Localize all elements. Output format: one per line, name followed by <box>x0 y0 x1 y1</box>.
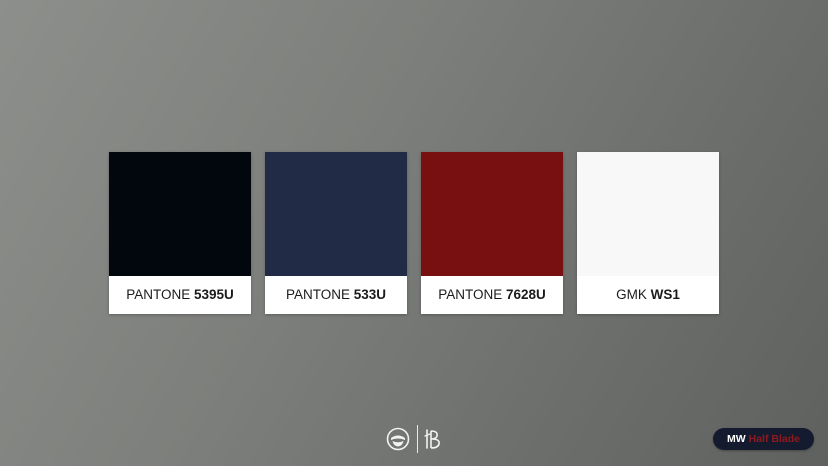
swatch-label: PANTONE 533U <box>265 276 407 314</box>
swatch-prefix: PANTONE <box>438 287 503 302</box>
swatch-pantone-7628u: PANTONE 7628U <box>421 152 563 314</box>
brand-logos <box>386 425 442 453</box>
swatch-label: GMK WS1 <box>577 276 719 314</box>
swatch-prefix: PANTONE <box>285 287 350 302</box>
color-swatch-row: PANTONE 5395U PANTONE 533U PANTONE 7628U… <box>109 152 719 314</box>
swatch-code: WS1 <box>650 287 680 302</box>
swatch-pantone-533u: PANTONE 533U <box>265 152 407 314</box>
color-chip <box>421 152 563 276</box>
color-chip <box>577 152 719 276</box>
swatch-prefix: PANTONE <box>126 287 191 302</box>
badge-name: Half Blade <box>748 433 800 445</box>
badge-prefix: MW <box>727 433 746 445</box>
logo-divider <box>417 425 418 453</box>
color-chip <box>265 152 407 276</box>
swatch-code: 5395U <box>193 287 234 302</box>
swatch-code: 533U <box>353 287 387 302</box>
swatch-label: PANTONE 5395U <box>109 276 251 314</box>
swatch-gmk-ws1: GMK WS1 <box>577 152 719 314</box>
swatch-label: PANTONE 7628U <box>421 276 563 314</box>
hb-monogram-icon <box>424 429 440 449</box>
swatch-prefix: GMK <box>616 287 647 302</box>
color-chip <box>109 152 251 276</box>
brand-badge: MW Half Blade <box>713 428 814 450</box>
ninja-mask-icon <box>386 427 410 451</box>
swatch-code: 7628U <box>505 287 546 302</box>
swatch-pantone-5395u: PANTONE 5395U <box>109 152 251 314</box>
